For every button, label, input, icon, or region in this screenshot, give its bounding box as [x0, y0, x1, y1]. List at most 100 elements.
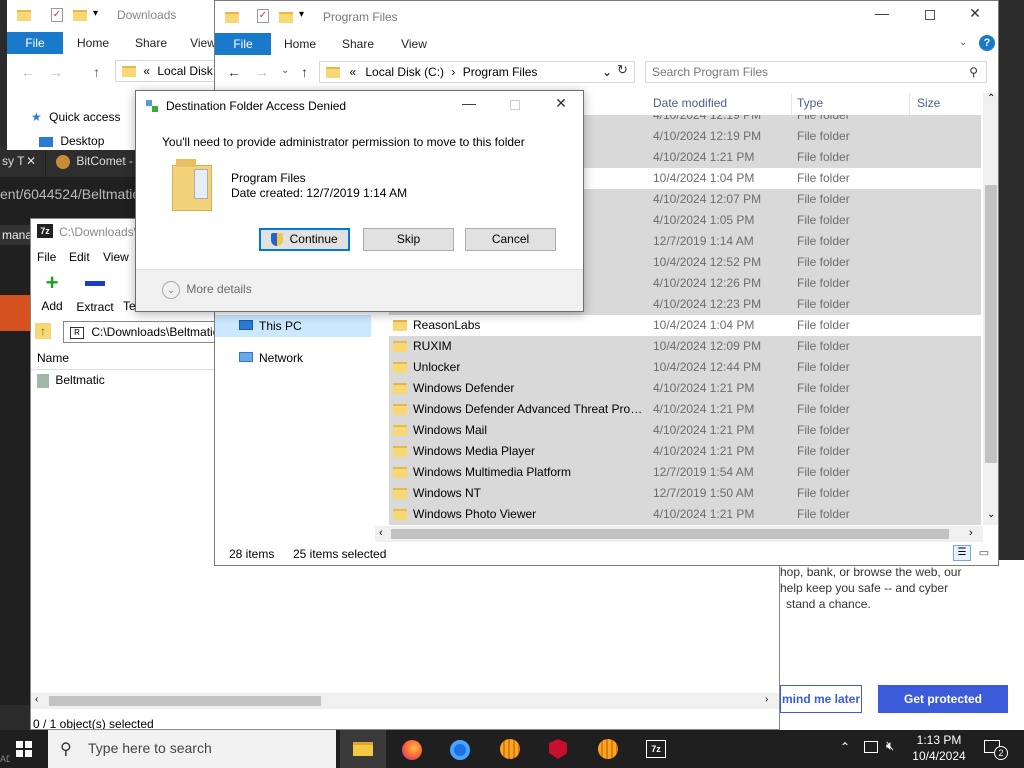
tab-view[interactable]: View	[391, 33, 437, 55]
checklist-icon[interactable]: ✓	[257, 9, 269, 23]
chevron-down-icon[interactable]: ⌄	[959, 37, 967, 48]
nav-forward-icon[interactable]: →	[49, 64, 63, 80]
horizontal-scrollbar[interactable]: ‹ ›	[375, 526, 983, 542]
tab-file[interactable]: File	[7, 32, 63, 54]
remind-later-button[interactable]: mind me later	[780, 685, 862, 713]
bitcomet-taskbar-icon[interactable]	[584, 730, 632, 768]
cancel-button[interactable]: Cancel	[465, 228, 556, 251]
nav-forward-icon[interactable]: →	[255, 64, 269, 80]
folder-icon[interactable]	[279, 10, 293, 24]
clock[interactable]: 1:13 PM 10/4/2024	[904, 732, 974, 764]
file-row[interactable]: Windows Mail 4/10/2024 1:21 PM File folder	[389, 420, 981, 441]
maximize-icon[interactable]	[915, 7, 945, 23]
column-header-date[interactable]: Date modified	[653, 96, 727, 110]
scroll-up-icon[interactable]: ⌃	[987, 93, 995, 104]
scroll-thumb[interactable]	[985, 185, 997, 463]
close-icon[interactable]: ✕	[548, 95, 574, 112]
file-row[interactable]: ReasonLabs 10/4/2024 1:04 PM File folder	[389, 315, 981, 336]
continue-button[interactable]: Continue	[259, 228, 350, 251]
address-bar[interactable]: « Local Disk (	[115, 60, 217, 82]
get-protected-button[interactable]: Get protected	[878, 685, 1008, 713]
tab-share[interactable]: Share	[125, 32, 177, 54]
file-row[interactable]: Windows Multimedia Platform 12/7/2019 1:5…	[389, 462, 981, 483]
bitcomet-taskbar-icon[interactable]	[486, 730, 534, 768]
network-tray-icon[interactable]	[864, 741, 878, 753]
scroll-thumb[interactable]	[391, 529, 949, 539]
file-explorer-taskbar-icon[interactable]	[340, 730, 386, 768]
recent-dropdown-icon[interactable]: ⌄	[281, 65, 289, 76]
nav-desktop[interactable]: Desktop	[39, 134, 104, 148]
address-part[interactable]: Local Disk (C:)	[365, 65, 444, 79]
nav-quick-access[interactable]: ★ Quick access	[31, 110, 120, 124]
vertical-scrollbar[interactable]: ⌃ ⌄	[983, 93, 998, 525]
start-button[interactable]	[0, 730, 48, 768]
firefox-icon[interactable]	[388, 730, 436, 768]
search-input[interactable]: Search Program Files ⚲	[645, 61, 987, 83]
tab-home[interactable]: Home	[275, 33, 325, 55]
tab-home[interactable]: Home	[67, 32, 119, 54]
address-part[interactable]: Program Files	[463, 65, 538, 79]
file-row[interactable]: Windows Defender 4/10/2024 1:21 PM File fo…	[389, 378, 981, 399]
checklist-icon[interactable]: ✓	[51, 8, 63, 22]
address-bar[interactable]: « Local Disk (C:) › Program Files ⌄	[319, 61, 635, 83]
scroll-left-icon[interactable]: ‹	[35, 694, 38, 705]
nav-back-icon[interactable]: ←	[21, 64, 35, 80]
notification-button[interactable]: 2	[980, 736, 1010, 762]
chevron-down-icon[interactable]: ▾	[93, 8, 98, 19]
column-header-type[interactable]: Type	[797, 96, 823, 110]
file-row[interactable]: Windows Media Player 4/10/2024 1:21 PM Fil…	[389, 441, 981, 462]
up-folder-icon[interactable]: ↑	[35, 323, 51, 339]
extract-button[interactable]: Extract	[73, 273, 117, 314]
path-bar[interactable]: R C:\Downloads\Beltmatic	[63, 321, 223, 343]
list-item[interactable]: Beltmatic	[37, 373, 105, 388]
address-chevron: «	[143, 64, 151, 78]
file-row[interactable]: Windows Defender Advanced Threat Prot...…	[389, 399, 981, 420]
file-row[interactable]: Windows Photo Viewer 4/10/2024 1:21 PM Fil…	[389, 504, 981, 525]
tab-file[interactable]: File	[215, 33, 271, 55]
more-details-toggle[interactable]: ⌄ More details	[162, 281, 252, 299]
column-header-size[interactable]: Size	[917, 96, 940, 110]
add-button[interactable]: + Add	[37, 272, 67, 314]
minimize-icon[interactable]: —	[867, 5, 897, 21]
scroll-left-icon[interactable]: ‹	[379, 527, 383, 539]
skip-button[interactable]: Skip	[363, 228, 454, 251]
mcafee-icon[interactable]	[534, 730, 582, 768]
details-view-icon[interactable]: ☰	[953, 545, 971, 561]
scroll-thumb[interactable]	[49, 696, 321, 706]
close-icon[interactable]: ✕	[960, 5, 990, 22]
file-type: File folder	[797, 360, 850, 374]
chrome-icon[interactable]	[436, 730, 484, 768]
horizontal-scrollbar[interactable]: ‹ ›	[31, 693, 779, 709]
scroll-right-icon[interactable]: ›	[969, 527, 973, 539]
minimize-icon[interactable]: —	[456, 95, 482, 111]
taskbar-search-box[interactable]: ⚲ Type here to search	[48, 730, 336, 768]
chevron-up-icon[interactable]: ⌃	[840, 740, 850, 754]
column-header-name[interactable]: Name	[37, 351, 69, 365]
help-icon[interactable]: ?	[979, 35, 995, 51]
folder-icon[interactable]	[73, 8, 87, 22]
tab-share[interactable]: Share	[333, 33, 383, 55]
nav-up-icon[interactable]: ↑	[301, 64, 308, 80]
sevenzip-taskbar-icon[interactable]: 7z	[632, 730, 680, 768]
menu-view[interactable]: View	[103, 250, 129, 264]
scroll-right-icon[interactable]: ›	[765, 694, 768, 705]
menu-edit[interactable]: Edit	[69, 250, 90, 264]
file-row[interactable]: Unlocker 10/4/2024 12:44 PM File folder	[389, 357, 981, 378]
browser-url[interactable]: ent/6044524/Beltmatic	[0, 181, 140, 207]
chevron-down-icon[interactable]: ▾	[299, 9, 304, 20]
nav-network[interactable]: Network	[215, 347, 371, 369]
file-row[interactable]: Windows NT 12/7/2019 1:50 AM File folder	[389, 483, 981, 504]
tab-view[interactable]: View	[183, 32, 217, 54]
refresh-icon[interactable]: ↻	[617, 62, 633, 82]
file-type: File folder	[797, 171, 850, 185]
toolbar-label: Add	[41, 299, 63, 313]
volume-muted-icon[interactable]: 🔇︎	[886, 738, 894, 754]
menu-file[interactable]: File	[37, 250, 56, 264]
nav-this-pc[interactable]: This PC	[215, 315, 371, 337]
nav-up-icon[interactable]: ↑	[93, 64, 100, 80]
nav-back-icon[interactable]: ←	[227, 64, 241, 80]
large-icons-view-icon[interactable]: ▭	[975, 545, 993, 561]
chevron-down-icon[interactable]: ⌄	[602, 62, 612, 82]
file-row[interactable]: RUXIM 10/4/2024 12:09 PM File folder	[389, 336, 981, 357]
scroll-down-icon[interactable]: ⌄	[987, 509, 995, 520]
